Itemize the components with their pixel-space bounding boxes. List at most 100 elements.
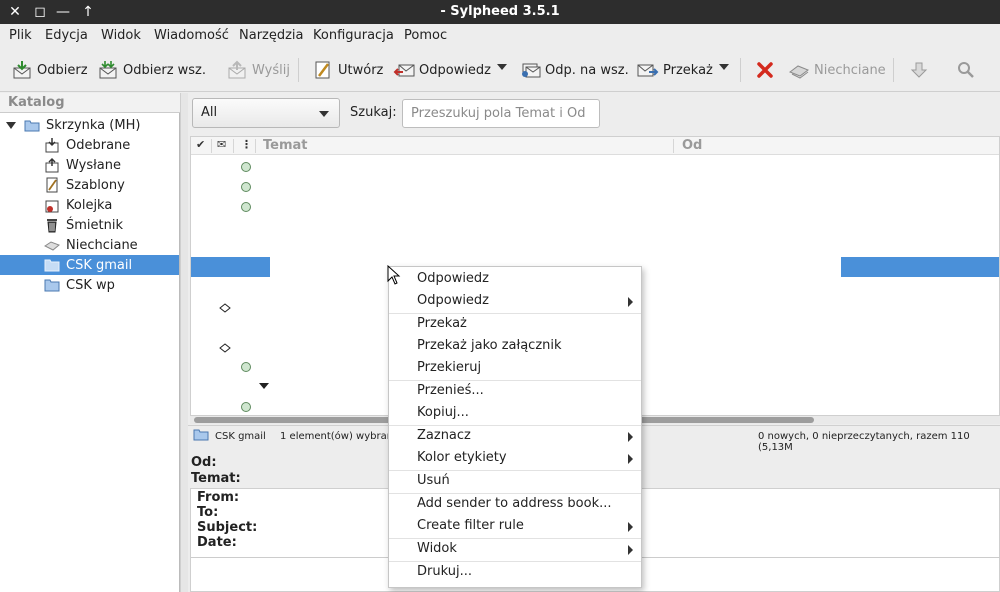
submenu-arrow-icon <box>628 432 633 442</box>
folder-label: Niechciane <box>66 237 138 253</box>
folder-mailbox[interactable]: Skrzynka (MH) <box>6 115 140 135</box>
forward-dropdown-icon[interactable] <box>719 64 729 70</box>
folder-trash[interactable]: Śmietnik <box>44 215 123 235</box>
junk-button[interactable]: Niechciane <box>788 56 886 84</box>
menu-item-mark[interactable]: Zaznacz <box>389 425 641 447</box>
chevron-down-icon <box>319 111 329 117</box>
message-read-icon <box>241 162 251 172</box>
folder-pane-header[interactable]: Katalog <box>0 93 180 113</box>
menu-item-label: Odpowiedz <box>417 271 490 286</box>
reply-icon <box>393 59 415 81</box>
message-read-icon <box>241 182 251 192</box>
junk-label: Niechciane <box>814 62 886 78</box>
menu-item-print[interactable]: Drukuj... <box>389 561 641 583</box>
menu-item-delete[interactable]: Usuń <box>389 470 641 492</box>
receive-label: Odbierz <box>37 62 88 78</box>
menu-item-label: Przekaż jako załącznik <box>417 338 562 353</box>
column-status[interactable]: ✉ <box>217 138 226 151</box>
table-row-selected[interactable] <box>841 257 999 277</box>
forwarded-icon <box>219 302 231 313</box>
search-button[interactable] <box>955 56 981 84</box>
expander-icon[interactable] <box>6 121 16 129</box>
folder-inbox[interactable]: Odebrane <box>44 135 130 155</box>
pane-splitter[interactable] <box>180 93 188 592</box>
menu-narzedzia[interactable]: Narzędzia <box>239 28 304 43</box>
menu-pomoc[interactable]: Pomoc <box>404 28 447 43</box>
reply-dropdown-icon[interactable] <box>497 64 507 70</box>
menu-widok[interactable]: Widok <box>101 28 141 43</box>
send-icon <box>226 59 248 81</box>
menu-item-copy[interactable]: Kopiuj... <box>389 402 641 424</box>
forward-icon <box>637 59 659 81</box>
menu-wiadomosc[interactable]: Wiadomość <box>154 28 229 43</box>
message-list-header: ✔ ✉ ⋮ Temat Od <box>191 137 999 155</box>
filter-selected-value: All <box>201 105 218 120</box>
menu-item-label: Add sender to address book... <box>417 496 612 511</box>
forward-label: Przekaż <box>663 62 713 78</box>
folder-sent[interactable]: Wysłane <box>44 155 121 175</box>
compose-button[interactable]: Utwórz <box>312 56 383 84</box>
folder-csk-wp[interactable]: CSK wp <box>44 275 115 295</box>
reply-all-icon <box>519 59 541 81</box>
folder-templates[interactable]: Szablony <box>44 175 125 195</box>
folder-label: Odebrane <box>66 137 131 153</box>
folder-csk-gmail[interactable]: CSK gmail <box>0 255 179 275</box>
menu-item-label: Kolor etykiety <box>417 450 507 465</box>
trash-icon <box>44 217 60 233</box>
toolbar: Odbierz Odbierz wsz. Wyślij Utwórz Odpow… <box>0 48 1000 92</box>
menu-item-view[interactable]: Widok <box>389 538 641 560</box>
status-folder: CSK gmail <box>215 431 266 442</box>
menu-bar: Plik Edycja Widok Wiadomość Narzędzia Ko… <box>0 24 1000 48</box>
inbox-icon <box>44 137 60 153</box>
forward-button[interactable]: Przekaż <box>637 56 713 84</box>
column-subject[interactable]: Temat <box>263 138 308 153</box>
reply-button[interactable]: Odpowiedz <box>393 56 491 84</box>
thread-expander-icon[interactable] <box>259 383 269 389</box>
menu-item-move[interactable]: Przenieś... <box>389 380 641 402</box>
menu-konfiguracja[interactable]: Konfiguracja <box>313 28 394 43</box>
delete-button[interactable] <box>754 56 780 84</box>
message-read-icon <box>241 202 251 212</box>
search-input[interactable]: Przeszukuj pola Temat i Od <box>402 99 600 128</box>
receive-button[interactable]: Odbierz <box>11 56 88 84</box>
search-icon <box>955 59 977 81</box>
folder-queue[interactable]: Kolejka <box>44 195 112 215</box>
menu-item-redirect[interactable]: Przekieruj <box>389 357 641 379</box>
search-label: Szukaj: <box>350 105 397 120</box>
folder-icon <box>193 429 209 444</box>
receive-all-button[interactable]: Odbierz wsz. <box>97 56 206 84</box>
column-from[interactable]: Od <box>682 138 702 153</box>
filter-dropdown[interactable]: All <box>192 98 340 128</box>
receive-icon <box>11 59 33 81</box>
send-button[interactable]: Wyślij <box>226 56 290 84</box>
toolbar-separator <box>298 58 299 82</box>
column-attach[interactable]: ⋮ <box>241 138 252 151</box>
menu-item-create-filter[interactable]: Create filter rule <box>389 515 641 537</box>
menu-edycja[interactable]: Edycja <box>45 28 88 43</box>
menu-item-forward[interactable]: Przekaż <box>389 313 641 335</box>
menu-plik[interactable]: Plik <box>9 28 32 43</box>
receive-all-label: Odbierz wsz. <box>123 62 207 78</box>
menu-item-reply[interactable]: Odpowiedz <box>389 268 641 290</box>
status-counts: 0 nowych, 0 nieprzeczytanych, razem 110 … <box>758 431 970 453</box>
message-read-icon <box>241 402 251 412</box>
menu-item-reply-submenu[interactable]: Odpowiedz <box>389 290 641 312</box>
folder-junk[interactable]: Niechciane <box>44 235 138 255</box>
menu-item-forward-attachment[interactable]: Przekaż jako załącznik <box>389 335 641 357</box>
toolbar-separator <box>893 58 894 82</box>
delete-icon <box>754 59 776 81</box>
folder-pane: Katalog Skrzynka (MH) Odebrane Wysłane S… <box>0 93 180 592</box>
column-mark[interactable]: ✔ <box>196 138 205 151</box>
menu-item-label-color[interactable]: Kolor etykiety <box>389 447 641 469</box>
menu-item-add-sender[interactable]: Add sender to address book... <box>389 493 641 515</box>
message-read-icon <box>241 362 251 372</box>
folder-icon <box>44 277 60 293</box>
submenu-arrow-icon <box>628 545 633 555</box>
folder-label: Śmietnik <box>66 217 124 233</box>
compose-label: Utwórz <box>338 62 384 78</box>
next-unread-button[interactable] <box>908 56 934 84</box>
reply-label: Odpowiedz <box>419 62 492 78</box>
reply-all-button[interactable]: Odp. na wsz. <box>519 56 629 84</box>
table-row-selected[interactable] <box>191 257 270 277</box>
context-menu: Odpowiedz Odpowiedz Przekaż Przekaż jako… <box>388 266 642 588</box>
